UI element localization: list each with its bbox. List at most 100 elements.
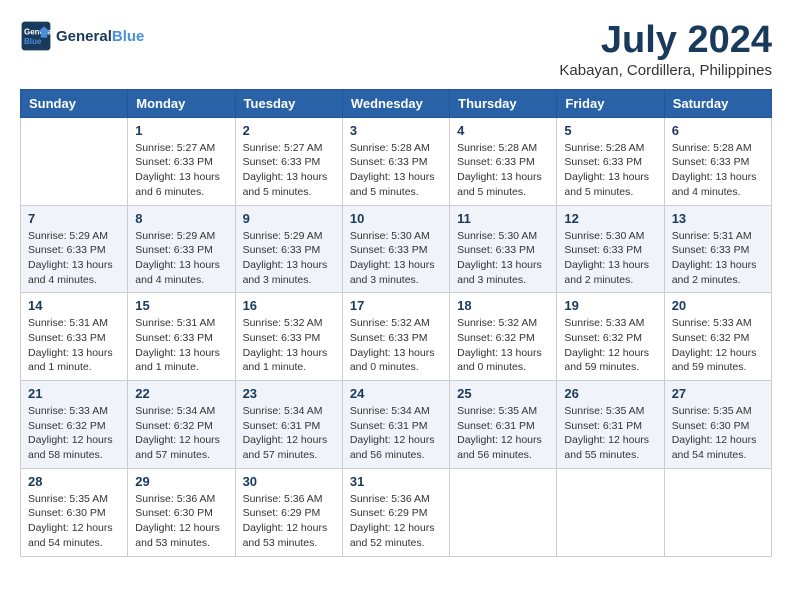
calendar-cell: 25Sunrise: 5:35 AMSunset: 6:31 PMDayligh…	[450, 381, 557, 469]
calendar-cell: 15 Sunrise: 5:31 AMSunset: 6:33 PMDayligh…	[128, 293, 235, 381]
day-header-saturday: Saturday	[664, 89, 771, 117]
day-info: Sunrise: 5:33 AMSunset: 6:32 PMDaylight:…	[28, 404, 120, 463]
calendar-cell: 27 Sunrise: 5:35 AMSunset: 6:30 PMDayligh…	[664, 381, 771, 469]
day-number: 20	[672, 298, 764, 313]
day-number: 1	[135, 123, 227, 138]
calendar-table: SundayMondayTuesdayWednesdayThursdayFrid…	[20, 89, 772, 557]
day-info: Sunrise: 5:29 AMSunset: 6:33 PMDaylight:…	[135, 229, 227, 288]
day-number: 27	[672, 386, 764, 401]
calendar-week-row: 7 Sunrise: 5:29 AMSunset: 6:33 PMDaylight…	[21, 205, 772, 293]
calendar-cell: 17 Sunrise: 5:32 AMSunset: 6:33 PMDayligh…	[342, 293, 449, 381]
calendar-cell: 31Sunrise: 5:36 AMSunset: 6:29 PMDayligh…	[342, 468, 449, 556]
day-info: Sunrise: 5:34 AMSunset: 6:32 PMDaylight:…	[135, 404, 227, 463]
day-number: 15	[135, 298, 227, 313]
day-number: 25	[457, 386, 549, 401]
day-number: 4	[457, 123, 549, 138]
day-number: 12	[564, 211, 656, 226]
day-info: Sunrise: 5:30 AMSunset: 6:33 PMDaylight:…	[564, 229, 656, 288]
calendar-cell: 20 Sunrise: 5:33 AMSunset: 6:32 PMDayligh…	[664, 293, 771, 381]
calendar-cell: 8 Sunrise: 5:29 AMSunset: 6:33 PMDaylight…	[128, 205, 235, 293]
day-info: Sunrise: 5:34 AMSunset: 6:31 PMDaylight:…	[350, 404, 442, 463]
day-info: Sunrise: 5:33 AMSunset: 6:32 PMDaylight:…	[564, 316, 656, 375]
calendar-cell: 21 Sunrise: 5:33 AMSunset: 6:32 PMDayligh…	[21, 381, 128, 469]
day-number: 17	[350, 298, 442, 313]
day-number: 11	[457, 211, 549, 226]
day-number: 16	[243, 298, 335, 313]
day-header-wednesday: Wednesday	[342, 89, 449, 117]
day-info: Sunrise: 5:36 AMSunset: 6:29 PMDaylight:…	[243, 492, 335, 551]
day-number: 2	[243, 123, 335, 138]
logo-icon: General Blue	[20, 20, 52, 52]
day-info: Sunrise: 5:27 AMSunset: 6:33 PMDaylight:…	[135, 141, 227, 200]
calendar-cell	[21, 117, 128, 205]
calendar-week-row: 28 Sunrise: 5:35 AMSunset: 6:30 PMDayligh…	[21, 468, 772, 556]
calendar-header-row: SundayMondayTuesdayWednesdayThursdayFrid…	[21, 89, 772, 117]
subtitle: Kabayan, Cordillera, Philippines	[559, 62, 772, 79]
day-info: Sunrise: 5:28 AMSunset: 6:33 PMDaylight:…	[457, 141, 549, 200]
day-number: 3	[350, 123, 442, 138]
day-number: 29	[135, 474, 227, 489]
calendar-week-row: 1 Sunrise: 5:27 AMSunset: 6:33 PMDaylight…	[21, 117, 772, 205]
day-info: Sunrise: 5:31 AMSunset: 6:33 PMDaylight:…	[135, 316, 227, 375]
day-number: 5	[564, 123, 656, 138]
day-number: 6	[672, 123, 764, 138]
calendar-cell: 23Sunrise: 5:34 AMSunset: 6:31 PMDayligh…	[235, 381, 342, 469]
day-info: Sunrise: 5:28 AMSunset: 6:33 PMDaylight:…	[564, 141, 656, 200]
logo: General Blue GeneralBlue	[20, 20, 144, 52]
day-number: 26	[564, 386, 656, 401]
day-number: 7	[28, 211, 120, 226]
calendar-cell: 12 Sunrise: 5:30 AMSunset: 6:33 PMDayligh…	[557, 205, 664, 293]
day-number: 21	[28, 386, 120, 401]
day-number: 31	[350, 474, 442, 489]
day-number: 30	[243, 474, 335, 489]
day-number: 28	[28, 474, 120, 489]
day-info: Sunrise: 5:30 AMSunset: 6:33 PMDaylight:…	[457, 229, 549, 288]
day-info: Sunrise: 5:31 AMSunset: 6:33 PMDaylight:…	[28, 316, 120, 375]
day-info: Sunrise: 5:32 AMSunset: 6:33 PMDaylight:…	[350, 316, 442, 375]
day-info: Sunrise: 5:35 AMSunset: 6:30 PMDaylight:…	[28, 492, 120, 551]
day-info: Sunrise: 5:34 AMSunset: 6:31 PMDaylight:…	[243, 404, 335, 463]
calendar-cell: 6Sunrise: 5:28 AMSunset: 6:33 PMDaylight…	[664, 117, 771, 205]
day-header-friday: Friday	[557, 89, 664, 117]
day-number: 24	[350, 386, 442, 401]
day-number: 10	[350, 211, 442, 226]
calendar-cell: 1 Sunrise: 5:27 AMSunset: 6:33 PMDaylight…	[128, 117, 235, 205]
day-info: Sunrise: 5:33 AMSunset: 6:32 PMDaylight:…	[672, 316, 764, 375]
calendar-cell	[450, 468, 557, 556]
calendar-cell: 19 Sunrise: 5:33 AMSunset: 6:32 PMDayligh…	[557, 293, 664, 381]
day-info: Sunrise: 5:27 AMSunset: 6:33 PMDaylight:…	[243, 141, 335, 200]
day-info: Sunrise: 5:29 AMSunset: 6:33 PMDaylight:…	[28, 229, 120, 288]
calendar-cell: 26Sunrise: 5:35 AMSunset: 6:31 PMDayligh…	[557, 381, 664, 469]
calendar-cell: 11 Sunrise: 5:30 AMSunset: 6:33 PMDayligh…	[450, 205, 557, 293]
calendar-cell: 29 Sunrise: 5:36 AMSunset: 6:30 PMDayligh…	[128, 468, 235, 556]
calendar-week-row: 21 Sunrise: 5:33 AMSunset: 6:32 PMDayligh…	[21, 381, 772, 469]
calendar-cell: 28 Sunrise: 5:35 AMSunset: 6:30 PMDayligh…	[21, 468, 128, 556]
day-info: Sunrise: 5:28 AMSunset: 6:33 PMDaylight:…	[350, 141, 442, 200]
main-title: July 2024	[559, 20, 772, 62]
calendar-cell	[557, 468, 664, 556]
day-header-monday: Monday	[128, 89, 235, 117]
day-info: Sunrise: 5:32 AMSunset: 6:32 PMDaylight:…	[457, 316, 549, 375]
day-info: Sunrise: 5:29 AMSunset: 6:33 PMDaylight:…	[243, 229, 335, 288]
day-number: 8	[135, 211, 227, 226]
calendar-cell: 14Sunrise: 5:31 AMSunset: 6:33 PMDayligh…	[21, 293, 128, 381]
calendar-cell: 7 Sunrise: 5:29 AMSunset: 6:33 PMDaylight…	[21, 205, 128, 293]
day-number: 19	[564, 298, 656, 313]
calendar-cell: 30 Sunrise: 5:36 AMSunset: 6:29 PMDayligh…	[235, 468, 342, 556]
svg-text:Blue: Blue	[24, 37, 42, 46]
day-header-sunday: Sunday	[21, 89, 128, 117]
day-info: Sunrise: 5:36 AMSunset: 6:30 PMDaylight:…	[135, 492, 227, 551]
page-header: General Blue GeneralBlue July 2024 Kabay…	[20, 20, 772, 79]
calendar-week-row: 14Sunrise: 5:31 AMSunset: 6:33 PMDayligh…	[21, 293, 772, 381]
calendar-cell: 5 Sunrise: 5:28 AMSunset: 6:33 PMDaylight…	[557, 117, 664, 205]
day-number: 18	[457, 298, 549, 313]
logo-text: GeneralBlue	[56, 28, 144, 45]
calendar-cell: 16Sunrise: 5:32 AMSunset: 6:33 PMDayligh…	[235, 293, 342, 381]
calendar-cell: 2 Sunrise: 5:27 AMSunset: 6:33 PMDaylight…	[235, 117, 342, 205]
day-info: Sunrise: 5:30 AMSunset: 6:33 PMDaylight:…	[350, 229, 442, 288]
calendar-cell: 3 Sunrise: 5:28 AMSunset: 6:33 PMDaylight…	[342, 117, 449, 205]
day-info: Sunrise: 5:31 AMSunset: 6:33 PMDaylight:…	[672, 229, 764, 288]
day-info: Sunrise: 5:35 AMSunset: 6:30 PMDaylight:…	[672, 404, 764, 463]
calendar-cell: 10 Sunrise: 5:30 AMSunset: 6:33 PMDayligh…	[342, 205, 449, 293]
day-number: 9	[243, 211, 335, 226]
